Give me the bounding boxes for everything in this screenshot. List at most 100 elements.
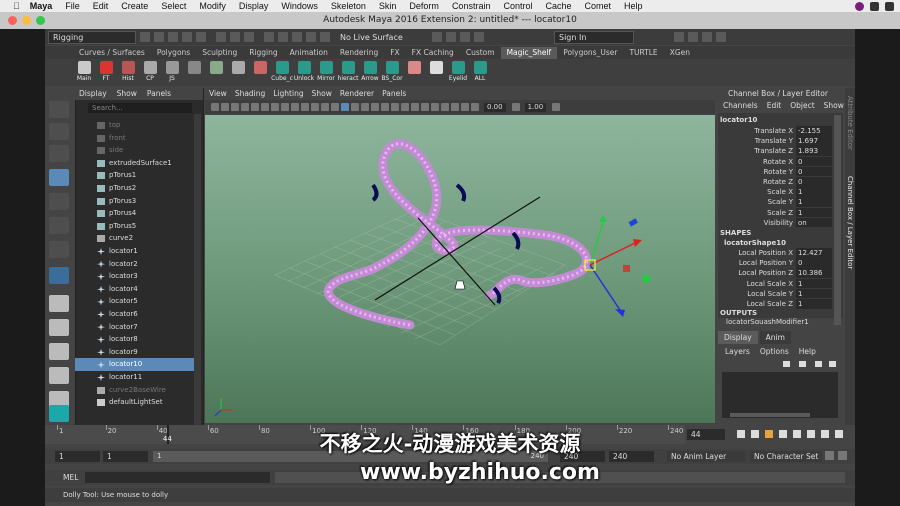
tool-settings-icon[interactable] <box>702 32 712 42</box>
channel-value[interactable]: -2.155 <box>796 126 832 136</box>
safe-action-icon[interactable] <box>321 103 329 111</box>
shelf-tool-wire[interactable] <box>425 60 447 86</box>
minimize-window-icon[interactable] <box>22 16 31 25</box>
shelf-tab-rigging[interactable]: Rigging <box>243 47 283 59</box>
bookmarks-icon[interactable] <box>231 103 239 111</box>
undo-icon[interactable] <box>182 32 192 42</box>
shelf-tool-bs-cor[interactable]: BS_Cor <box>381 60 403 86</box>
command-language-label[interactable]: MEL <box>63 472 78 483</box>
channel-row[interactable]: Rotate Z0 <box>718 177 833 187</box>
gamma-icon[interactable] <box>511 103 520 111</box>
film-gate-icon[interactable] <box>281 103 289 111</box>
shelf-tool-mirror[interactable]: Mirror <box>315 60 337 86</box>
xray-joints-icon[interactable] <box>461 103 469 111</box>
outliner-item[interactable]: front <box>75 132 194 145</box>
viewport-menu-view[interactable]: View <box>209 88 227 99</box>
channel-box-scrollbar[interactable] <box>834 115 841 325</box>
channel-row[interactable]: Scale Y1 <box>718 197 833 207</box>
move-layer-down-icon[interactable] <box>799 361 806 367</box>
menu-select[interactable]: Select <box>161 1 186 11</box>
channel-box-side-tab[interactable]: Channel Box / Layer Editor <box>846 176 854 269</box>
smooth-shade-icon[interactable] <box>351 103 359 111</box>
open-scene-icon[interactable] <box>154 32 164 42</box>
outliner-item[interactable]: top <box>75 119 194 132</box>
shelf-tool-eyelid[interactable]: Eyelid <box>447 60 469 86</box>
grease-pencil-icon[interactable] <box>261 103 269 111</box>
channel-value[interactable]: 1 <box>796 207 832 218</box>
shelf-tool-ik[interactable] <box>205 60 227 86</box>
xray-icon[interactable] <box>451 103 459 111</box>
exposure-field[interactable]: 0.00 <box>484 102 506 112</box>
menu-windows[interactable]: Windows <box>281 1 318 11</box>
step-forward-key-icon[interactable] <box>821 430 829 438</box>
channel-row[interactable]: Local Position Z 10.386 <box>718 268 833 278</box>
anim-layer-dropdown[interactable]: No Anim Layer <box>667 451 745 462</box>
menu-file[interactable]: File <box>65 1 80 11</box>
outliner-item[interactable]: curve2BaseWire <box>75 384 194 397</box>
close-window-icon[interactable] <box>8 16 17 25</box>
tube-curve[interactable] <box>323 139 591 330</box>
shelf-tab-fx-caching[interactable]: FX Caching <box>406 47 460 59</box>
shelf-tool-joint[interactable] <box>183 60 205 86</box>
select-hierarchy-icon[interactable] <box>216 32 226 42</box>
outliner-item[interactable]: locator2 <box>75 258 194 271</box>
search-icon[interactable] <box>870 1 879 11</box>
shelf-tab-turtle[interactable]: TURTLE <box>623 47 663 59</box>
outliner-item[interactable]: locator11 <box>75 371 194 384</box>
shelf-tool-all[interactable]: ALL <box>469 60 491 86</box>
outliner-scrollbar[interactable] <box>194 114 201 425</box>
channel-row[interactable]: Visibility on <box>718 217 833 228</box>
channel-value[interactable]: on <box>796 217 832 228</box>
snap-curve-icon[interactable] <box>278 32 288 42</box>
character-set-dropdown[interactable]: No Character Set <box>750 451 822 462</box>
exposure-icon[interactable] <box>471 103 479 111</box>
snap-point-icon[interactable] <box>292 32 302 42</box>
channel-row[interactable]: Translate Y 1.697 <box>718 136 833 146</box>
layer-menu-layers[interactable]: Layers <box>725 346 750 357</box>
current-frame-field[interactable]: 44 <box>687 429 725 440</box>
select-component-icon[interactable] <box>244 32 254 42</box>
outliner-item[interactable]: locator8 <box>75 333 194 346</box>
channel-value[interactable]: 1.697 <box>796 136 832 146</box>
isolate-select-icon[interactable] <box>441 103 449 111</box>
outliner-item[interactable]: locator6 <box>75 308 194 321</box>
shelf-tool-hierarchy[interactable]: hieract <box>337 60 359 86</box>
play-backwards-icon[interactable] <box>779 430 787 438</box>
outliner-item[interactable]: side <box>75 144 194 157</box>
step-back-frame-icon[interactable] <box>765 430 773 438</box>
menu-deform[interactable]: Deform <box>409 1 439 11</box>
menu-display[interactable]: Display <box>239 1 269 11</box>
playback-start-field[interactable]: 1 <box>103 451 148 462</box>
app-menu[interactable]: Maya <box>30 1 53 11</box>
outliner-item[interactable]: locator9 <box>75 346 194 359</box>
channel-value[interactable]: 0 <box>796 156 832 167</box>
shelf-tab-rendering[interactable]: Rendering <box>334 47 384 59</box>
move-manipulator[interactable] <box>584 215 651 317</box>
channel-value[interactable]: 0 <box>796 258 832 268</box>
channel-row[interactable]: Translate X -2.155 <box>718 126 833 136</box>
new-empty-layer-icon[interactable] <box>815 361 822 367</box>
modeling-toolkit-icon[interactable] <box>674 32 684 42</box>
sign-in-button[interactable]: Sign In <box>554 30 634 44</box>
channel-row[interactable]: Local Scale Z1 <box>718 299 833 309</box>
shelf-tool-cluster[interactable] <box>249 60 271 86</box>
curve-tool-icon[interactable] <box>49 267 69 284</box>
menuset-dropdown[interactable]: Rigging <box>48 30 136 44</box>
save-scene-icon[interactable] <box>168 32 178 42</box>
live-surface-icon[interactable] <box>320 32 330 42</box>
outliner-item[interactable]: extrudedSurface1 <box>75 157 194 170</box>
menu-control[interactable]: Control <box>503 1 532 11</box>
shelf-tab-sculpting[interactable]: Sculpting <box>196 47 243 59</box>
channel-value[interactable]: 1.893 <box>796 146 832 156</box>
gate-mask-icon[interactable] <box>301 103 309 111</box>
menu-constrain[interactable]: Constrain <box>452 1 491 11</box>
field-chart-icon[interactable] <box>311 103 319 111</box>
channel-value[interactable]: 1 <box>796 187 832 197</box>
move-tool-icon[interactable] <box>49 169 69 186</box>
outliner-search-input[interactable]: Search... <box>88 103 192 113</box>
safe-title-icon[interactable] <box>331 103 339 111</box>
menu-skin[interactable]: Skin <box>379 1 397 11</box>
cb-menu-object[interactable]: Object <box>790 100 814 111</box>
new-layer-selected-icon[interactable] <box>829 361 836 367</box>
outliner-item[interactable]: pTorus4 <box>75 207 194 220</box>
